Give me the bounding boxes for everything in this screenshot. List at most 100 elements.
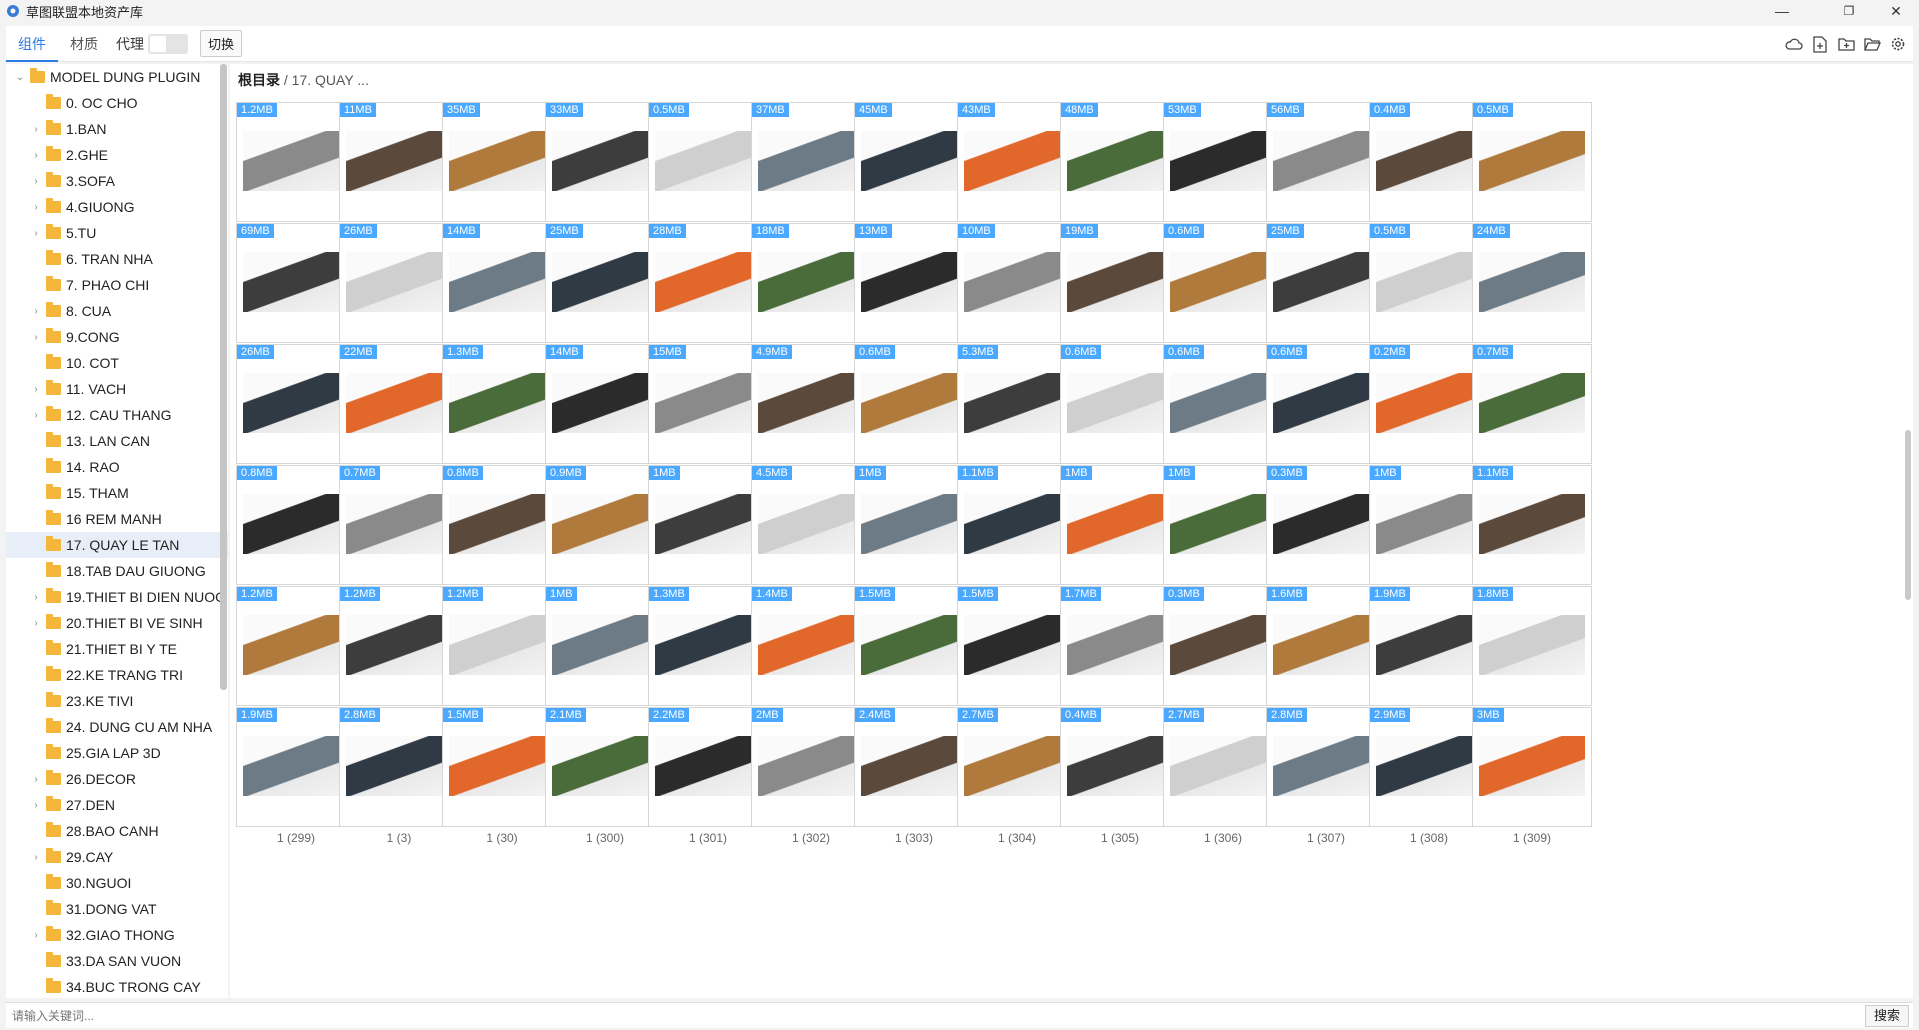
- asset-card[interactable]: 19MB: [1060, 223, 1180, 343]
- sidebar-item[interactable]: › 11. VACH: [6, 376, 228, 402]
- asset-card[interactable]: 1MB: [545, 586, 665, 706]
- chevron-right-icon[interactable]: ›: [30, 124, 42, 135]
- search-input[interactable]: [12, 1006, 1872, 1026]
- sidebar-item[interactable]: › 1.BAN: [6, 116, 228, 142]
- asset-card[interactable]: 1.4MB: [751, 586, 871, 706]
- sidebar-item[interactable]: › 20.THIET BI VE SINH: [6, 610, 228, 636]
- close-button[interactable]: ✕: [1873, 0, 1919, 22]
- tab-components[interactable]: 组件: [6, 26, 58, 62]
- sidebar-item[interactable]: 22.KE TRANG TRI: [6, 662, 228, 688]
- chevron-right-icon[interactable]: ›: [30, 332, 42, 343]
- asset-card[interactable]: 1.9MB: [1369, 586, 1489, 706]
- asset-card[interactable]: 45MB: [854, 102, 974, 222]
- asset-card[interactable]: 1.2MB: [339, 586, 459, 706]
- sidebar-item[interactable]: 25.GIA LAP 3D: [6, 740, 228, 766]
- sidebar-item[interactable]: › 8. CUA: [6, 298, 228, 324]
- sidebar-item[interactable]: › 4.GIUONG: [6, 194, 228, 220]
- grid-scrollbar[interactable]: [1905, 430, 1911, 600]
- asset-card[interactable]: 22MB: [339, 344, 459, 464]
- asset-card[interactable]: 1.2MB: [236, 102, 356, 222]
- asset-card[interactable]: 2.8MB: [339, 707, 459, 827]
- asset-card[interactable]: 35MB: [442, 102, 562, 222]
- sidebar-item[interactable]: 21.THIET BI Y TE: [6, 636, 228, 662]
- asset-card[interactable]: 1.3MB: [442, 344, 562, 464]
- asset-card[interactable]: 1.1MB: [1472, 465, 1592, 585]
- chevron-right-icon[interactable]: ›: [30, 800, 42, 811]
- open-folder-icon[interactable]: [1863, 35, 1881, 53]
- asset-card[interactable]: 3MB: [1472, 707, 1592, 827]
- asset-card[interactable]: 11MB: [339, 102, 459, 222]
- asset-card[interactable]: 2.9MB: [1369, 707, 1489, 827]
- asset-card[interactable]: 24MB: [1472, 223, 1592, 343]
- chevron-right-icon[interactable]: ›: [30, 202, 42, 213]
- sidebar-item[interactable]: 0. OC CHO: [6, 90, 228, 116]
- asset-card[interactable]: 1.7MB: [1060, 586, 1180, 706]
- sidebar-item[interactable]: 24. DUNG CU AM NHA: [6, 714, 228, 740]
- sidebar-item[interactable]: › 12. CAU THANG: [6, 402, 228, 428]
- asset-card[interactable]: 2MB: [751, 707, 871, 827]
- sidebar-item[interactable]: 13. LAN CAN: [6, 428, 228, 454]
- asset-card[interactable]: 0.3MB: [1163, 586, 1283, 706]
- chevron-right-icon[interactable]: ›: [30, 410, 42, 421]
- asset-card[interactable]: 4.9MB: [751, 344, 871, 464]
- sidebar-item[interactable]: › 5.TU: [6, 220, 228, 246]
- asset-card[interactable]: 43MB: [957, 102, 1077, 222]
- maximize-button[interactable]: ❐: [1826, 0, 1872, 22]
- asset-card[interactable]: 13MB: [854, 223, 974, 343]
- breadcrumb-root[interactable]: 根目录: [238, 72, 280, 88]
- asset-card[interactable]: 0.6MB: [854, 344, 974, 464]
- sidebar-item[interactable]: 18.TAB DAU GIUONG: [6, 558, 228, 584]
- asset-card[interactable]: 2.7MB: [957, 707, 1077, 827]
- asset-card[interactable]: 0.6MB: [1060, 344, 1180, 464]
- asset-card[interactable]: 0.7MB: [339, 465, 459, 585]
- asset-card[interactable]: 15MB: [648, 344, 768, 464]
- asset-card[interactable]: 1MB: [854, 465, 974, 585]
- asset-card[interactable]: 1.5MB: [442, 707, 562, 827]
- sidebar-item[interactable]: 10. COT: [6, 350, 228, 376]
- asset-card[interactable]: 1.9MB: [236, 707, 356, 827]
- asset-card[interactable]: 25MB: [545, 223, 665, 343]
- asset-card[interactable]: 4.5MB: [751, 465, 871, 585]
- sidebar-item[interactable]: 17. QUAY LE TAN: [6, 532, 228, 558]
- sidebar-item[interactable]: 15. THAM: [6, 480, 228, 506]
- cloud-icon[interactable]: [1785, 35, 1803, 53]
- asset-card[interactable]: 1MB: [648, 465, 768, 585]
- search-button[interactable]: 搜索: [1864, 1005, 1909, 1027]
- asset-card[interactable]: 25MB: [1266, 223, 1386, 343]
- sidebar-scrollbar[interactable]: [220, 64, 227, 690]
- asset-card[interactable]: 1.6MB: [1266, 586, 1386, 706]
- asset-card[interactable]: 2.2MB: [648, 707, 768, 827]
- chevron-right-icon[interactable]: ›: [30, 774, 42, 785]
- asset-card[interactable]: 5.3MB: [957, 344, 1077, 464]
- add-file-icon[interactable]: [1811, 35, 1829, 53]
- asset-card[interactable]: 2.8MB: [1266, 707, 1386, 827]
- sidebar-item[interactable]: › 29.CAY: [6, 844, 228, 870]
- minimize-button[interactable]: —: [1759, 0, 1805, 22]
- chevron-right-icon[interactable]: ›: [30, 618, 42, 629]
- chevron-down-icon[interactable]: ⌄: [14, 72, 26, 83]
- asset-card[interactable]: 56MB: [1266, 102, 1386, 222]
- sidebar-item[interactable]: › 26.DECOR: [6, 766, 228, 792]
- asset-card[interactable]: 18MB: [751, 223, 871, 343]
- sidebar-item[interactable]: 23.KE TIVI: [6, 688, 228, 714]
- asset-card[interactable]: 0.4MB: [1369, 102, 1489, 222]
- add-folder-icon[interactable]: [1837, 35, 1855, 53]
- asset-card[interactable]: 1.2MB: [236, 586, 356, 706]
- asset-card[interactable]: 1.2MB: [442, 586, 562, 706]
- asset-card[interactable]: 0.7MB: [1472, 344, 1592, 464]
- asset-card[interactable]: 37MB: [751, 102, 871, 222]
- asset-card[interactable]: 0.5MB: [1369, 223, 1489, 343]
- asset-card[interactable]: 53MB: [1163, 102, 1283, 222]
- sidebar-item[interactable]: 33.DA SAN VUON: [6, 948, 228, 974]
- sidebar-item[interactable]: › 27.DEN: [6, 792, 228, 818]
- asset-card[interactable]: 10MB: [957, 223, 1077, 343]
- asset-card[interactable]: 0.6MB: [1266, 344, 1386, 464]
- asset-card[interactable]: 1.3MB: [648, 586, 768, 706]
- sidebar-item[interactable]: 34.BUC TRONG CAY: [6, 974, 228, 998]
- asset-card[interactable]: 48MB: [1060, 102, 1180, 222]
- chevron-right-icon[interactable]: ›: [30, 384, 42, 395]
- sidebar-item[interactable]: 31.DONG VAT: [6, 896, 228, 922]
- asset-card[interactable]: 14MB: [545, 344, 665, 464]
- switch-button[interactable]: 切换: [200, 30, 243, 57]
- asset-card[interactable]: 28MB: [648, 223, 768, 343]
